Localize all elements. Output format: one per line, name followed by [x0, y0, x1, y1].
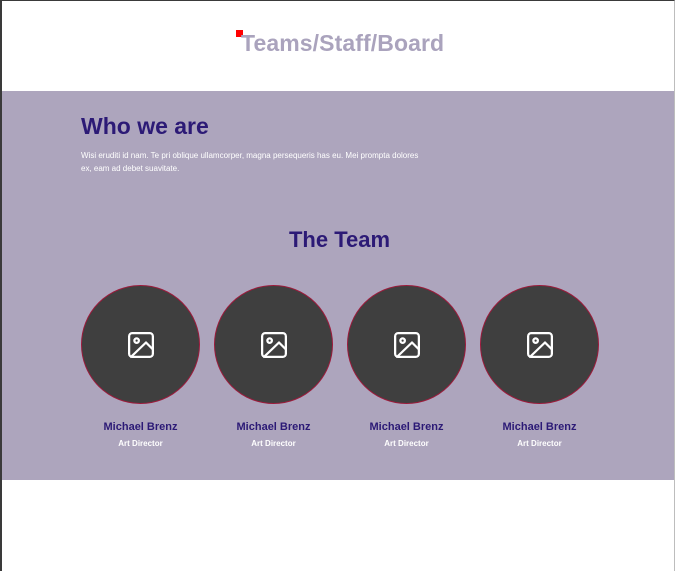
member-avatar[interactable]: [81, 285, 200, 404]
page-title: Teams/Staff/Board: [241, 30, 445, 56]
image-icon: [260, 331, 287, 358]
page-frame: Teams/Staff/Board Who we are Wisi erudit…: [0, 0, 675, 571]
team-member-list: Michael Brenz Art Director Michael Brenz…: [81, 285, 599, 448]
member-name: Michael Brenz: [236, 421, 311, 433]
the-team-heading: The Team: [288, 227, 391, 252]
team-member-card[interactable]: Michael Brenz Art Director: [480, 285, 599, 448]
member-name: Michael Brenz: [502, 421, 577, 433]
member-avatar[interactable]: [480, 285, 599, 404]
team-section: Who we are Wisi eruditi id nam. Te pri o…: [2, 91, 674, 480]
member-role: Art Director: [251, 439, 296, 448]
image-icon: [393, 331, 420, 358]
who-we-are-heading: Who we are: [81, 113, 209, 139]
member-name: Michael Brenz: [103, 421, 178, 433]
member-avatar[interactable]: [347, 285, 466, 404]
member-avatar[interactable]: [214, 285, 333, 404]
team-member-card[interactable]: Michael Brenz Art Director: [347, 285, 466, 448]
member-role: Art Director: [384, 439, 429, 448]
team-member-card[interactable]: Michael Brenz Art Director: [81, 285, 200, 448]
member-role: Art Director: [118, 439, 163, 448]
member-role: Art Director: [517, 439, 562, 448]
page-header: Teams/Staff/Board: [2, 1, 674, 91]
member-name: Michael Brenz: [369, 421, 444, 433]
who-we-are-text: Wisi eruditi id nam. Te pri oblique ulla…: [81, 151, 419, 173]
image-icon: [127, 331, 154, 358]
team-member-card[interactable]: Michael Brenz Art Director: [214, 285, 333, 448]
image-icon: [526, 331, 553, 358]
